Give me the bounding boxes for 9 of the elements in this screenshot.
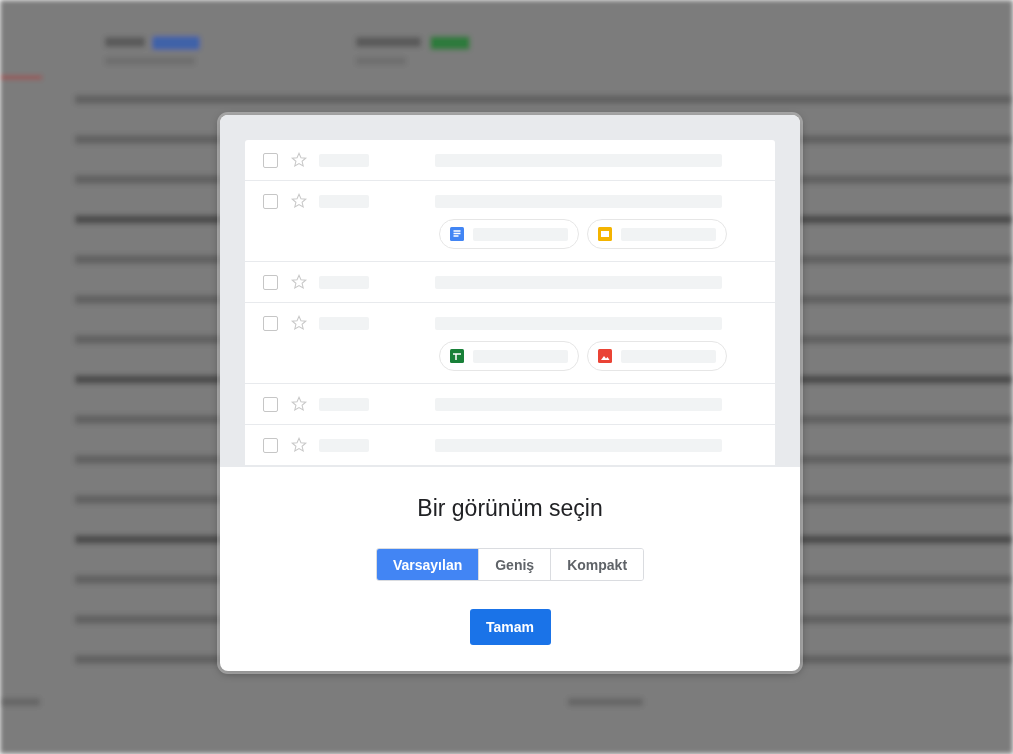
dialog-title: Bir görünüm seçin xyxy=(417,495,603,522)
image-icon xyxy=(598,349,612,363)
view-option-tab[interactable]: Kompakt xyxy=(550,549,644,580)
document-icon xyxy=(450,227,464,241)
spreadsheet-icon xyxy=(450,349,464,363)
slides-icon xyxy=(598,227,612,241)
ok-button[interactable]: Tamam xyxy=(469,609,551,645)
view-option-tab[interactable]: Varsayılan xyxy=(376,549,479,580)
blurred-footer-text xyxy=(0,698,40,706)
